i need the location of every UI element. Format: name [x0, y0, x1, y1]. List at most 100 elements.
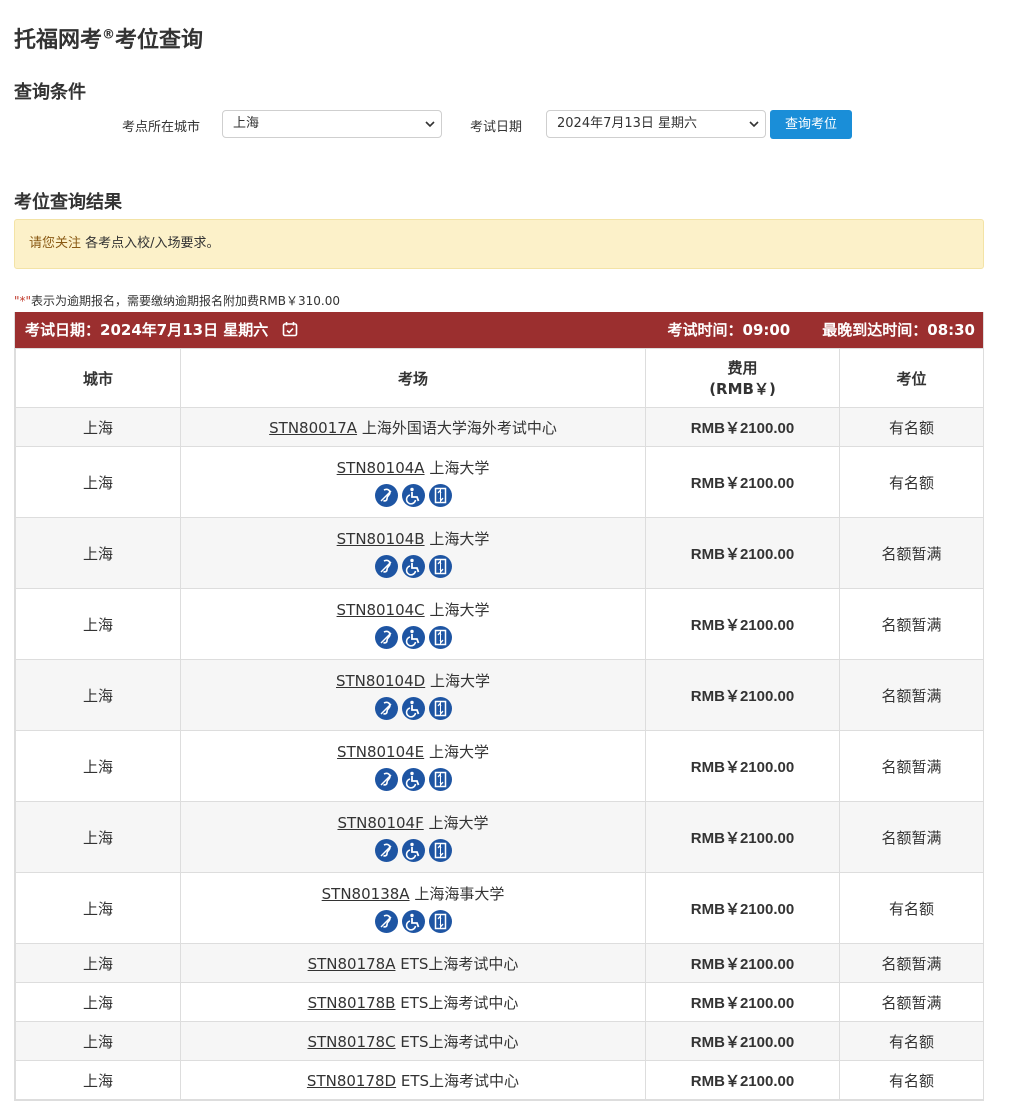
- results-table-wrap: 考试日期：2024年7月13日 星期六 考试时间：09:00 最晚到达时间：08:…: [14, 312, 984, 1101]
- cell-fee: RMB￥2100.00: [645, 659, 840, 731]
- table-row: 上海 STN80017A 上海外国语大学海外考试中心 RMB￥2100.00 有名额: [15, 407, 984, 447]
- table-row: 上海 STN80104A 上海大学 RMB￥2100.00 有名额: [15, 446, 984, 518]
- cell-seat-status: 名额暂满: [839, 730, 984, 802]
- center-code-link[interactable]: STN80104C: [337, 601, 425, 619]
- cell-center: STN80017A 上海外国语大学海外考试中心: [180, 407, 646, 447]
- latest-arrival-time: 最晚到达时间：08:30: [822, 321, 975, 339]
- elevator-icon: [428, 483, 452, 507]
- elevator-icon: [428, 554, 452, 578]
- cell-seat-status: 名额暂满: [839, 588, 984, 660]
- col-header-city: 城市: [15, 348, 181, 408]
- exam-date-info: 考试日期：2024年7月13日 星期六: [25, 312, 298, 348]
- cell-city: 上海: [15, 730, 181, 802]
- elevator-icon: [428, 909, 452, 933]
- search-seats-button[interactable]: 查询考位: [770, 110, 852, 139]
- hearing-assist-icon: [374, 767, 398, 791]
- col-header-fee: 费用 (RMB￥): [645, 348, 840, 408]
- cell-city: 上海: [15, 982, 181, 1022]
- center-name: ETS上海考试中心: [400, 1032, 519, 1051]
- col-header-center: 考场: [180, 348, 646, 408]
- results-table: 城市 考场 费用 (RMB￥) 考位 上海 STN80017A 上海外国语大学海外考…: [15, 348, 984, 1100]
- date-label: 考试日期: [470, 120, 523, 135]
- cell-fee: RMB￥2100.00: [645, 801, 840, 873]
- table-row: 上海 STN80104D 上海大学 RMB￥2100.00 名额暂满: [15, 659, 984, 731]
- center-name: 上海大学: [428, 813, 489, 832]
- fee-header-line2: (RMB￥): [709, 380, 776, 398]
- facility-icons: [182, 909, 644, 934]
- wheelchair-icon: [401, 696, 425, 720]
- notice-text: 各考点入校/入场要求。: [81, 236, 220, 251]
- elevator-icon: [428, 696, 452, 720]
- cell-city: 上海: [15, 588, 181, 660]
- table-row: 上海 STN80104F 上海大学 RMB￥2100.00 名额暂满: [15, 801, 984, 873]
- center-code-link[interactable]: STN80104A: [337, 459, 425, 477]
- table-row: 上海 STN80178A ETS上海考试中心 RMB￥2100.00 名额暂满: [15, 943, 984, 983]
- center-code-link[interactable]: STN80104F: [337, 814, 423, 832]
- center-name: 上海大学: [429, 600, 490, 619]
- cell-seat-status: 名额暂满: [839, 517, 984, 589]
- center-name: 上海大学: [429, 671, 490, 690]
- chevron-down-icon: [749, 121, 759, 128]
- center-code-link[interactable]: STN80178D: [307, 1072, 396, 1090]
- cell-fee: RMB￥2100.00: [645, 588, 840, 660]
- center-code-link[interactable]: STN80178B: [308, 994, 396, 1012]
- city-select-value: 上海: [233, 116, 260, 131]
- cell-fee: RMB￥2100.00: [645, 872, 840, 944]
- hearing-assist-icon: [374, 554, 398, 578]
- late-registration-note: "*"表示为逾期报名，需要缴纳逾期报名附加费RMB￥310.00: [14, 292, 340, 309]
- date-select[interactable]: 2024年7月13日 星期六: [546, 110, 766, 138]
- cell-center: STN80178B ETS上海考试中心: [180, 982, 646, 1022]
- cell-seat-status: 有名额: [839, 407, 984, 447]
- cell-center: STN80104A 上海大学: [180, 446, 646, 518]
- center-code-link[interactable]: STN80017A: [269, 419, 357, 437]
- cell-fee: RMB￥2100.00: [645, 730, 840, 802]
- hearing-assist-icon: [374, 696, 398, 720]
- facility-icons: [182, 767, 644, 792]
- wheelchair-icon: [401, 767, 425, 791]
- center-name: 上海外国语大学海外考试中心: [361, 418, 557, 437]
- cell-center: STN80178C ETS上海考试中心: [180, 1021, 646, 1061]
- city-select[interactable]: 上海: [222, 110, 442, 138]
- cell-seat-status: 名额暂满: [839, 982, 984, 1022]
- exam-time-info: 考试时间：09:00 最晚到达时间：08:30: [636, 312, 976, 348]
- center-code-link[interactable]: STN80104D: [336, 672, 425, 690]
- table-row: 上海 STN80104C 上海大学 RMB￥2100.00 名额暂满: [15, 588, 984, 660]
- facility-icons: [182, 625, 644, 650]
- wheelchair-icon: [401, 483, 425, 507]
- table-row: 上海 STN80178B ETS上海考试中心 RMB￥2100.00 名额暂满: [15, 982, 984, 1022]
- center-code-link[interactable]: STN80104E: [337, 743, 424, 761]
- page-title-main: 托福网考: [14, 28, 103, 53]
- wheelchair-icon: [401, 554, 425, 578]
- center-name: 上海海事大学: [414, 884, 505, 903]
- facility-icons: [182, 554, 644, 579]
- cell-center: STN80104B 上海大学: [180, 517, 646, 589]
- notice-alert: 请您关注 各考点入校/入场要求。: [14, 219, 984, 269]
- wheelchair-icon: [401, 909, 425, 933]
- calendar-check-icon: [282, 322, 297, 337]
- center-code-link[interactable]: STN80178A: [308, 955, 396, 973]
- facility-icons: [182, 838, 644, 863]
- cell-city: 上海: [15, 1021, 181, 1061]
- cell-fee: RMB￥2100.00: [645, 446, 840, 518]
- cell-center: STN80104E 上海大学: [180, 730, 646, 802]
- center-name: ETS上海考试中心: [400, 1071, 520, 1090]
- center-code-link[interactable]: STN80178C: [307, 1033, 395, 1051]
- center-name: ETS上海考试中心: [400, 954, 519, 973]
- cell-fee: RMB￥2100.00: [645, 1060, 840, 1100]
- page-title-tail: 考位查询: [115, 28, 204, 53]
- notice-highlight: 请您关注: [29, 236, 82, 251]
- cell-fee: RMB￥2100.00: [645, 943, 840, 983]
- exam-date-label: 考试日期：: [25, 321, 101, 339]
- late-mark: "*": [14, 294, 32, 308]
- elevator-icon: [428, 838, 452, 862]
- cell-city: 上海: [15, 1060, 181, 1100]
- hearing-assist-icon: [374, 483, 398, 507]
- cell-city: 上海: [15, 872, 181, 944]
- center-code-link[interactable]: STN80138A: [322, 885, 410, 903]
- elevator-icon: [428, 767, 452, 791]
- cell-seat-status: 有名额: [839, 872, 984, 944]
- cell-center: STN80138A 上海海事大学: [180, 872, 646, 944]
- cell-city: 上海: [15, 446, 181, 518]
- cell-seat-status: 有名额: [839, 446, 984, 518]
- center-code-link[interactable]: STN80104B: [337, 530, 425, 548]
